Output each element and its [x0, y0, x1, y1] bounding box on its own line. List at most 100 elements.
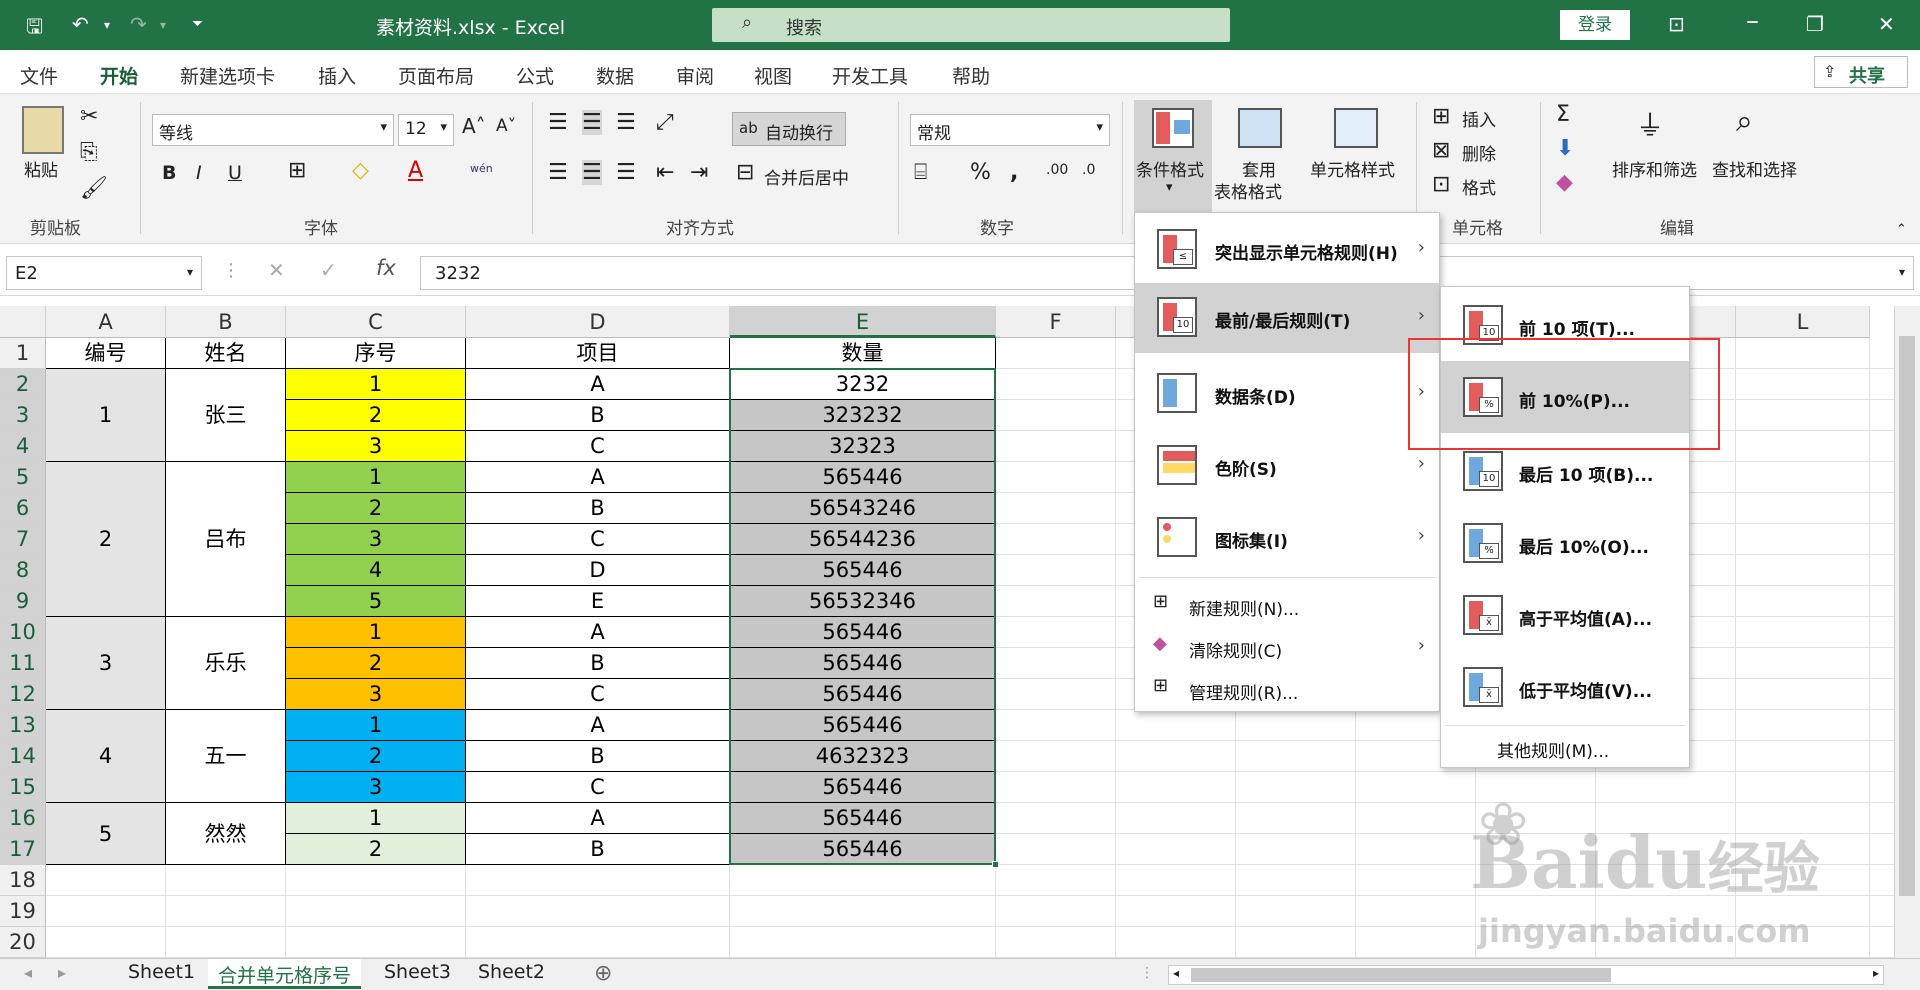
item-cell[interactable]: C — [466, 772, 730, 803]
tab-developer[interactable]: 开发工具 — [832, 62, 908, 89]
menu-item-icon-sets[interactable]: 图标集(I) › — [1135, 501, 1439, 573]
share-button[interactable]: ⇪ 共享 — [1814, 56, 1908, 88]
column-header[interactable]: D — [466, 306, 730, 338]
select-all-corner[interactable] — [0, 306, 46, 338]
table-header-cell[interactable]: 编号 — [46, 338, 166, 369]
increase-indent-icon[interactable]: ⇥ — [690, 160, 708, 185]
sheet-tab-sheet3[interactable]: Sheet3 — [374, 959, 461, 989]
row-header[interactable]: 20 — [0, 927, 46, 958]
tab-new[interactable]: 新建选项卡 — [180, 62, 275, 89]
seq-cell[interactable]: 2 — [286, 741, 466, 772]
scroll-thumb[interactable] — [1899, 336, 1915, 896]
submenu-item-below-average[interactable]: x̄ 低于平均值(V)... — [1441, 651, 1689, 723]
row-header[interactable]: 12 — [0, 679, 46, 710]
search-box[interactable]: ⌕ 搜索 — [712, 8, 1230, 42]
underline-icon[interactable]: U — [228, 162, 242, 184]
insert-label[interactable]: 插入 — [1462, 106, 1496, 131]
row-header[interactable]: 6 — [0, 493, 46, 524]
enter-icon[interactable]: ✓ — [320, 258, 337, 282]
item-cell[interactable]: A — [466, 710, 730, 741]
tab-help[interactable]: 帮助 — [952, 62, 990, 89]
format-painter-icon[interactable]: 🖌 — [80, 176, 108, 201]
row-header[interactable]: 14 — [0, 741, 46, 772]
save-icon[interactable]: 🖫 — [26, 12, 43, 46]
row-header[interactable]: 1 — [0, 338, 46, 369]
group-name-cell[interactable]: 五一 — [166, 710, 286, 803]
row-header[interactable]: 7 — [0, 524, 46, 555]
item-cell[interactable]: B — [466, 648, 730, 679]
name-box[interactable]: E2 ▾ — [6, 256, 202, 290]
shrink-font-icon[interactable]: A˅ — [496, 116, 516, 136]
format-cells-icon[interactable]: ⊡ — [1432, 172, 1450, 197]
row-header[interactable]: 13 — [0, 710, 46, 741]
seq-cell[interactable]: 2 — [286, 834, 466, 865]
cell-style-icon[interactable] — [1334, 108, 1378, 148]
phonetic-icon[interactable]: wén — [470, 162, 493, 175]
item-cell[interactable]: C — [466, 431, 730, 462]
orientation-icon[interactable]: ⤢ — [656, 110, 674, 135]
collapse-ribbon-icon[interactable]: ⌃ — [1896, 222, 1907, 237]
seq-cell[interactable]: 3 — [286, 524, 466, 555]
decrease-indent-icon[interactable]: ⇤ — [656, 160, 674, 185]
column-header[interactable]: L — [1736, 306, 1870, 338]
item-cell[interactable]: B — [466, 834, 730, 865]
seq-cell[interactable]: 5 — [286, 586, 466, 617]
item-cell[interactable]: A — [466, 617, 730, 648]
sheet-tab-sheet2[interactable]: Sheet2 — [468, 959, 555, 989]
group-id-cell[interactable]: 4 — [46, 710, 166, 803]
seq-cell[interactable]: 1 — [286, 710, 466, 741]
bold-icon[interactable]: B — [162, 162, 176, 184]
paste-label[interactable]: 粘贴 — [24, 156, 58, 181]
menu-item-manage-rules[interactable]: ⊞ 管理规则(R)... — [1135, 669, 1439, 709]
close-icon[interactable]: ✕ — [1878, 12, 1895, 36]
column-header[interactable]: B — [166, 306, 286, 338]
increase-decimal-icon[interactable]: .00 — [1046, 162, 1068, 178]
table-header-cell[interactable]: 数量 — [730, 338, 996, 369]
item-cell[interactable]: A — [466, 803, 730, 834]
menu-item-data-bars[interactable]: 数据条(D) › — [1135, 357, 1439, 429]
seq-cell[interactable]: 3 — [286, 772, 466, 803]
tab-review[interactable]: 审阅 — [676, 62, 714, 89]
table-header-cell[interactable]: 姓名 — [166, 338, 286, 369]
undo-icon[interactable]: ↶ — [72, 12, 89, 36]
item-cell[interactable]: C — [466, 679, 730, 710]
minimize-icon[interactable]: – — [1746, 6, 1759, 36]
align-bottom-icon[interactable]: ☰ — [616, 110, 636, 135]
group-name-cell[interactable]: 吕布 — [166, 462, 286, 617]
number-format-combo[interactable]: 常规 ▾ — [910, 114, 1110, 146]
delete-label[interactable]: 删除 — [1462, 140, 1496, 165]
row-header[interactable]: 4 — [0, 431, 46, 462]
item-cell[interactable]: C — [466, 524, 730, 555]
tab-home[interactable]: 开始 — [100, 62, 139, 97]
cell-style-label[interactable]: 单元格样式 — [1310, 156, 1395, 181]
submenu-item-bottom10-percent[interactable]: % 最后 10%(O)... — [1441, 507, 1689, 579]
row-header[interactable]: 18 — [0, 865, 46, 896]
sort-filter-label[interactable]: 排序和筛选 — [1612, 156, 1697, 181]
scroll-right-icon[interactable]: ▸ — [1873, 966, 1879, 980]
scroll-thumb[interactable] — [1191, 968, 1611, 982]
border-icon[interactable]: ⊞ — [288, 158, 306, 183]
menu-item-highlight-rules[interactable]: ≤ 突出显示单元格规则(H) › — [1135, 217, 1439, 281]
row-header[interactable]: 15 — [0, 772, 46, 803]
format-label[interactable]: 格式 — [1462, 174, 1496, 199]
sheet-tab-sheet1[interactable]: Sheet1 — [118, 959, 205, 989]
seq-cell[interactable]: 3 — [286, 679, 466, 710]
seq-cell[interactable]: 2 — [286, 648, 466, 679]
item-cell[interactable]: B — [466, 741, 730, 772]
restore-icon[interactable]: ❐ — [1806, 12, 1824, 36]
clear-icon[interactable]: ◆ — [1556, 170, 1573, 195]
menu-item-top-bottom-rules[interactable]: 10 最前/最后规则(T) › — [1135, 283, 1439, 353]
paste-icon[interactable] — [22, 106, 64, 154]
item-cell[interactable]: B — [466, 493, 730, 524]
seq-cell[interactable]: 4 — [286, 555, 466, 586]
cancel-icon[interactable]: ✕ — [268, 258, 285, 282]
seq-cell[interactable]: 1 — [286, 369, 466, 400]
grow-font-icon[interactable]: A˄ — [462, 114, 486, 138]
row-header[interactable]: 5 — [0, 462, 46, 493]
format-as-table-icon[interactable] — [1238, 108, 1282, 148]
row-header[interactable]: 9 — [0, 586, 46, 617]
seq-cell[interactable]: 3 — [286, 431, 466, 462]
vertical-scrollbar[interactable] — [1894, 306, 1920, 958]
item-cell[interactable]: A — [466, 462, 730, 493]
fill-handle[interactable] — [992, 861, 999, 868]
